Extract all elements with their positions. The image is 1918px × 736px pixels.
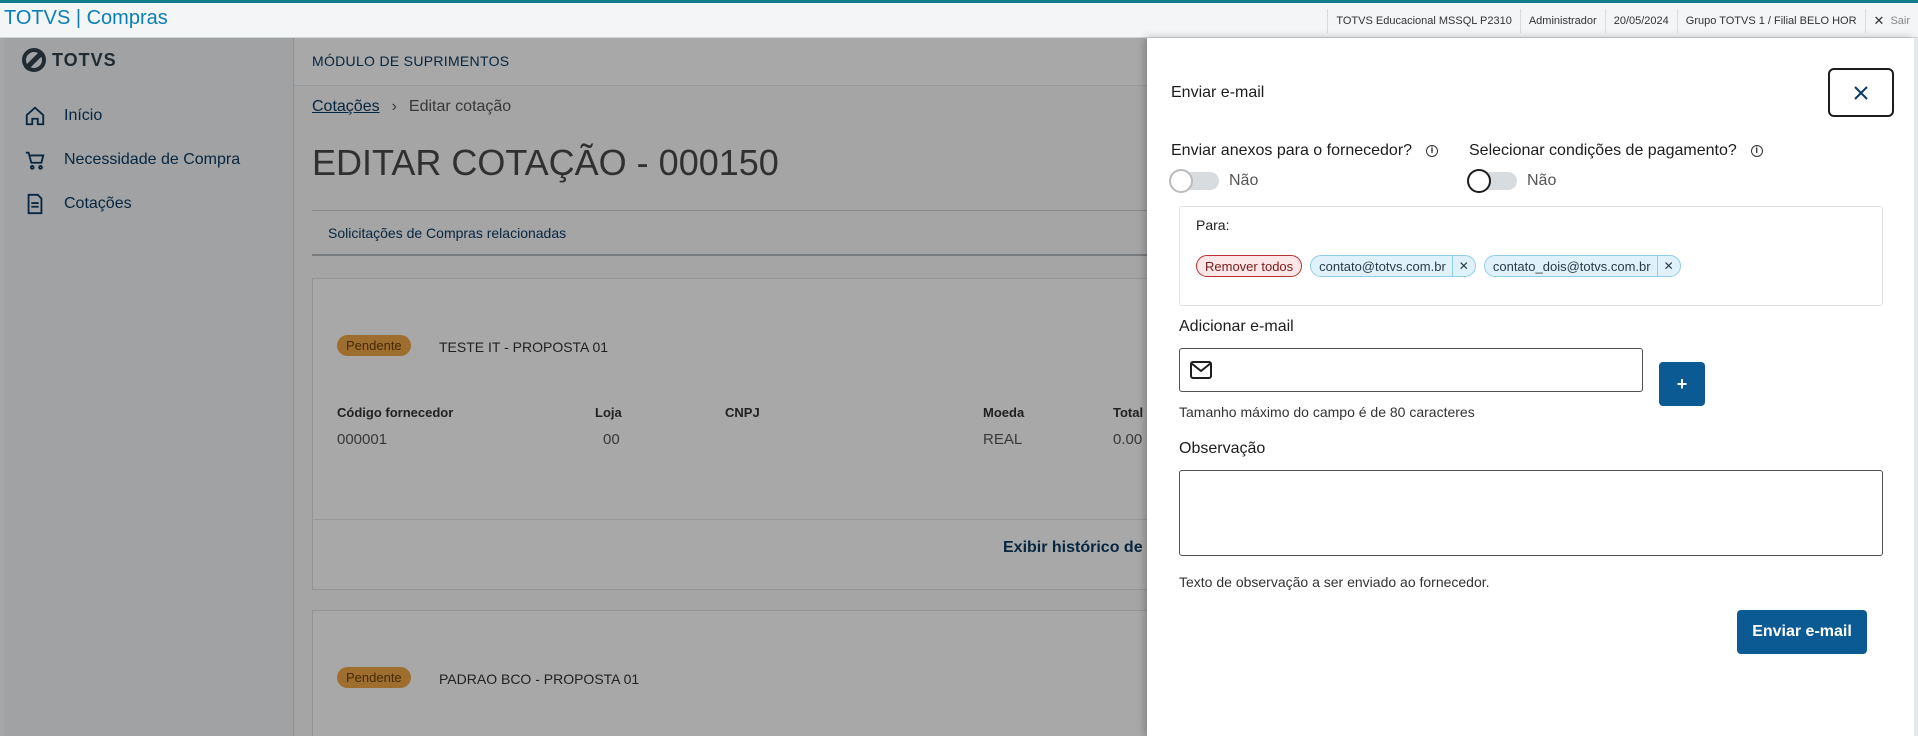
toggle-label: Não bbox=[1229, 172, 1259, 189]
recipients-chips: Remover todos contato@totvs.com.br ✕ con… bbox=[1196, 255, 1681, 277]
email-hint: Tamanho máximo do campo é de 80 caracter… bbox=[1179, 404, 1475, 420]
attachments-question: Enviar anexos para o fornecedor? i bbox=[1171, 142, 1439, 160]
remove-all-chip[interactable]: Remover todos bbox=[1196, 255, 1303, 277]
add-email-label: Adicionar e-mail bbox=[1179, 318, 1294, 335]
recipients-box: Para: Remover todos contato@totvs.com.br… bbox=[1179, 206, 1883, 306]
payment-toggle[interactable]: Não bbox=[1467, 169, 1557, 193]
observation-label: Observação bbox=[1179, 440, 1266, 457]
user-label: Administrador bbox=[1519, 9, 1605, 33]
branch-label: Grupo TOTVS 1 / Filial BELO HOR bbox=[1676, 9, 1865, 33]
logout-label: Sair bbox=[1890, 15, 1910, 27]
toggle-knob bbox=[1169, 169, 1193, 193]
observation-hint: Texto de observação a ser enviado ao for… bbox=[1179, 574, 1490, 590]
panel-title: Enviar e-mail bbox=[1171, 84, 1265, 101]
payment-label: Selecionar condições de pagamento? bbox=[1469, 142, 1737, 159]
environment-label: TOTVS Educacional MSSQL P2310 bbox=[1327, 9, 1519, 33]
email-chip-label: contato_dois@totvs.com.br bbox=[1492, 258, 1651, 274]
toggle-track bbox=[1467, 169, 1517, 193]
attachments-label: Enviar anexos para o fornecedor? bbox=[1171, 142, 1413, 159]
observation-textarea[interactable] bbox=[1179, 470, 1883, 556]
send-email-panel: Enviar e-mail Enviar anexos para o forne… bbox=[1147, 38, 1914, 736]
recipients-label: Para: bbox=[1196, 217, 1230, 233]
date-label: 20/05/2024 bbox=[1604, 9, 1677, 33]
email-chip-label: contato@totvs.com.br bbox=[1319, 258, 1446, 274]
info-icon: i bbox=[1750, 145, 1763, 157]
status-bar: TOTVS Educacional MSSQL P2310 Administra… bbox=[1327, 9, 1918, 33]
add-email-button[interactable]: + bbox=[1659, 362, 1705, 406]
remove-chip-icon[interactable]: ✕ bbox=[1451, 256, 1475, 276]
modal-backdrop[interactable] bbox=[0, 38, 1147, 736]
app-title: TOTVS | Compras bbox=[4, 7, 168, 29]
title-bar: TOTVS | Compras TOTVS Educacional MSSQL … bbox=[0, 3, 1918, 38]
close-icon: ✕ bbox=[1873, 13, 1885, 28]
toggle-label: Não bbox=[1527, 172, 1557, 189]
email-field[interactable] bbox=[1179, 348, 1643, 392]
toggle-track bbox=[1169, 169, 1219, 193]
toggle-knob bbox=[1467, 169, 1491, 193]
close-panel-button[interactable] bbox=[1828, 68, 1894, 117]
logout-button[interactable]: ✕ Sair bbox=[1864, 9, 1918, 33]
remove-chip-icon[interactable]: ✕ bbox=[1656, 256, 1680, 276]
email-chip: contato@totvs.com.br ✕ bbox=[1310, 255, 1476, 277]
window-edge bbox=[1914, 38, 1918, 736]
attachments-toggle[interactable]: Não bbox=[1169, 169, 1259, 193]
info-icon: i bbox=[1426, 145, 1439, 157]
payment-question: Selecionar condições de pagamento? i bbox=[1469, 142, 1763, 160]
mail-icon bbox=[1190, 361, 1212, 379]
email-chip: contato_dois@totvs.com.br ✕ bbox=[1483, 255, 1681, 277]
close-icon bbox=[1854, 85, 1868, 100]
send-email-button[interactable]: Enviar e-mail bbox=[1737, 610, 1867, 654]
